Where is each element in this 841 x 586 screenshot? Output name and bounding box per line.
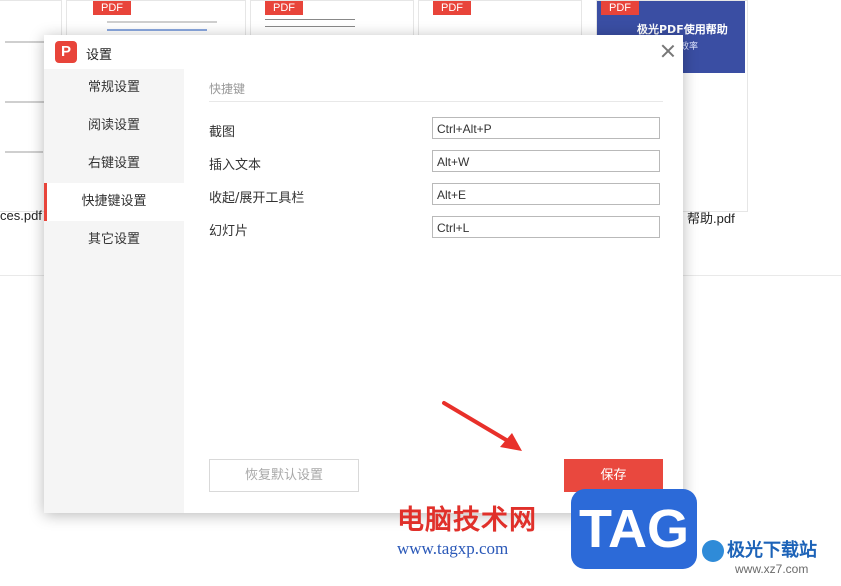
app-logo-icon: P [55, 41, 77, 63]
sidebar-item-hotkeys[interactable]: 快捷键设置 [44, 183, 184, 221]
section-divider [209, 101, 663, 102]
hotkey-field-screenshot[interactable]: Ctrl+Alt+P [432, 117, 660, 139]
hotkey-label-toggle-toolbar: 收起/展开工具栏 [209, 191, 305, 206]
annotation-arrow-icon [442, 401, 522, 451]
watermark-site-name: 电脑技术网 [397, 505, 537, 536]
hotkey-label-slideshow: 幻灯片 [209, 224, 249, 239]
doc-text-line [107, 29, 207, 31]
doc-text-line [5, 151, 43, 153]
sidebar-item-general[interactable]: 常规设置 [44, 69, 184, 107]
section-title: 快捷键 [209, 82, 246, 96]
doc-text-line [5, 41, 45, 43]
doc-table-line [265, 19, 355, 20]
watermark-site-url: www.tagxp.com [397, 539, 509, 558]
pdf-badge: PDF [433, 1, 471, 15]
file-name-1[interactable]: ces.pdf [0, 208, 42, 223]
close-icon[interactable] [660, 43, 676, 59]
hotkey-label-screenshot: 截图 [209, 125, 236, 140]
sidebar-item-reading[interactable]: 阅读设置 [44, 107, 184, 145]
restore-defaults-button[interactable]: 恢复默认设置 [209, 459, 359, 492]
hotkey-label-insert-text: 插入文本 [209, 158, 262, 173]
watermark-brand-name: 极光下载站 [727, 540, 817, 561]
save-button[interactable]: 保存 [564, 459, 663, 492]
tag-logo-text: TAG [579, 499, 689, 559]
doc-text-line [107, 21, 217, 23]
pdf-badge: PDF [265, 1, 303, 15]
dialog-title-bar[interactable]: P 设置 [44, 35, 683, 69]
doc-text-line [5, 101, 49, 103]
doc-table-line [265, 26, 355, 27]
sidebar-item-right-click[interactable]: 右键设置 [44, 145, 184, 183]
hotkey-field-toggle-toolbar[interactable]: Alt+E [432, 183, 660, 205]
dialog-title: 设置 [86, 48, 113, 63]
settings-sidebar: 常规设置 阅读设置 右键设置 快捷键设置 其它设置 [44, 69, 184, 513]
settings-dialog: P 设置 常规设置 阅读设置 右键设置 快捷键设置 其它设置 快捷键 截图 Ct… [44, 35, 683, 513]
hotkey-field-insert-text[interactable]: Alt+W [432, 150, 660, 172]
tag-logo: TAG [571, 489, 697, 569]
hotkey-field-slideshow[interactable]: Ctrl+L [432, 216, 660, 238]
pdf-badge: PDF [601, 1, 639, 15]
sidebar-item-other[interactable]: 其它设置 [44, 221, 184, 259]
pdf-badge: PDF [93, 1, 131, 15]
watermark-brand-url: www.xz7.com [735, 562, 809, 576]
file-name-5[interactable]: 帮助.pdf [687, 208, 735, 227]
brand-logo-icon [702, 540, 724, 562]
